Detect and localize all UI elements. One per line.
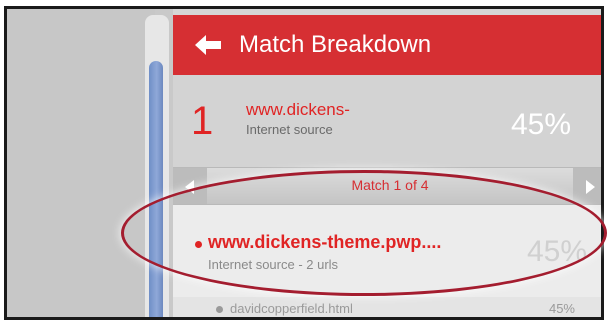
left-area [7,9,155,317]
next-match-button[interactable] [573,168,601,204]
highlight-oval [121,170,607,296]
url-list-item[interactable]: davidcopperfield.html 45% [173,297,601,317]
panel-header: Match Breakdown [173,15,601,75]
match-percentage: 45% [510,108,571,141]
match-index: 1 [191,99,214,143]
source-type: Internet source [246,122,333,137]
panel-title: Match Breakdown [239,31,432,58]
scrollbar-thumb[interactable] [149,61,163,317]
back-arrow-icon[interactable] [193,33,223,57]
url-percentage: 45% [548,301,575,316]
url-dot-icon [216,306,223,313]
url-name[interactable]: davidcopperfield.html [230,301,353,316]
match-summary[interactable]: 1 www.dickens- Internet source 45% [173,75,601,167]
source-link[interactable]: www.dickens- [246,100,350,120]
